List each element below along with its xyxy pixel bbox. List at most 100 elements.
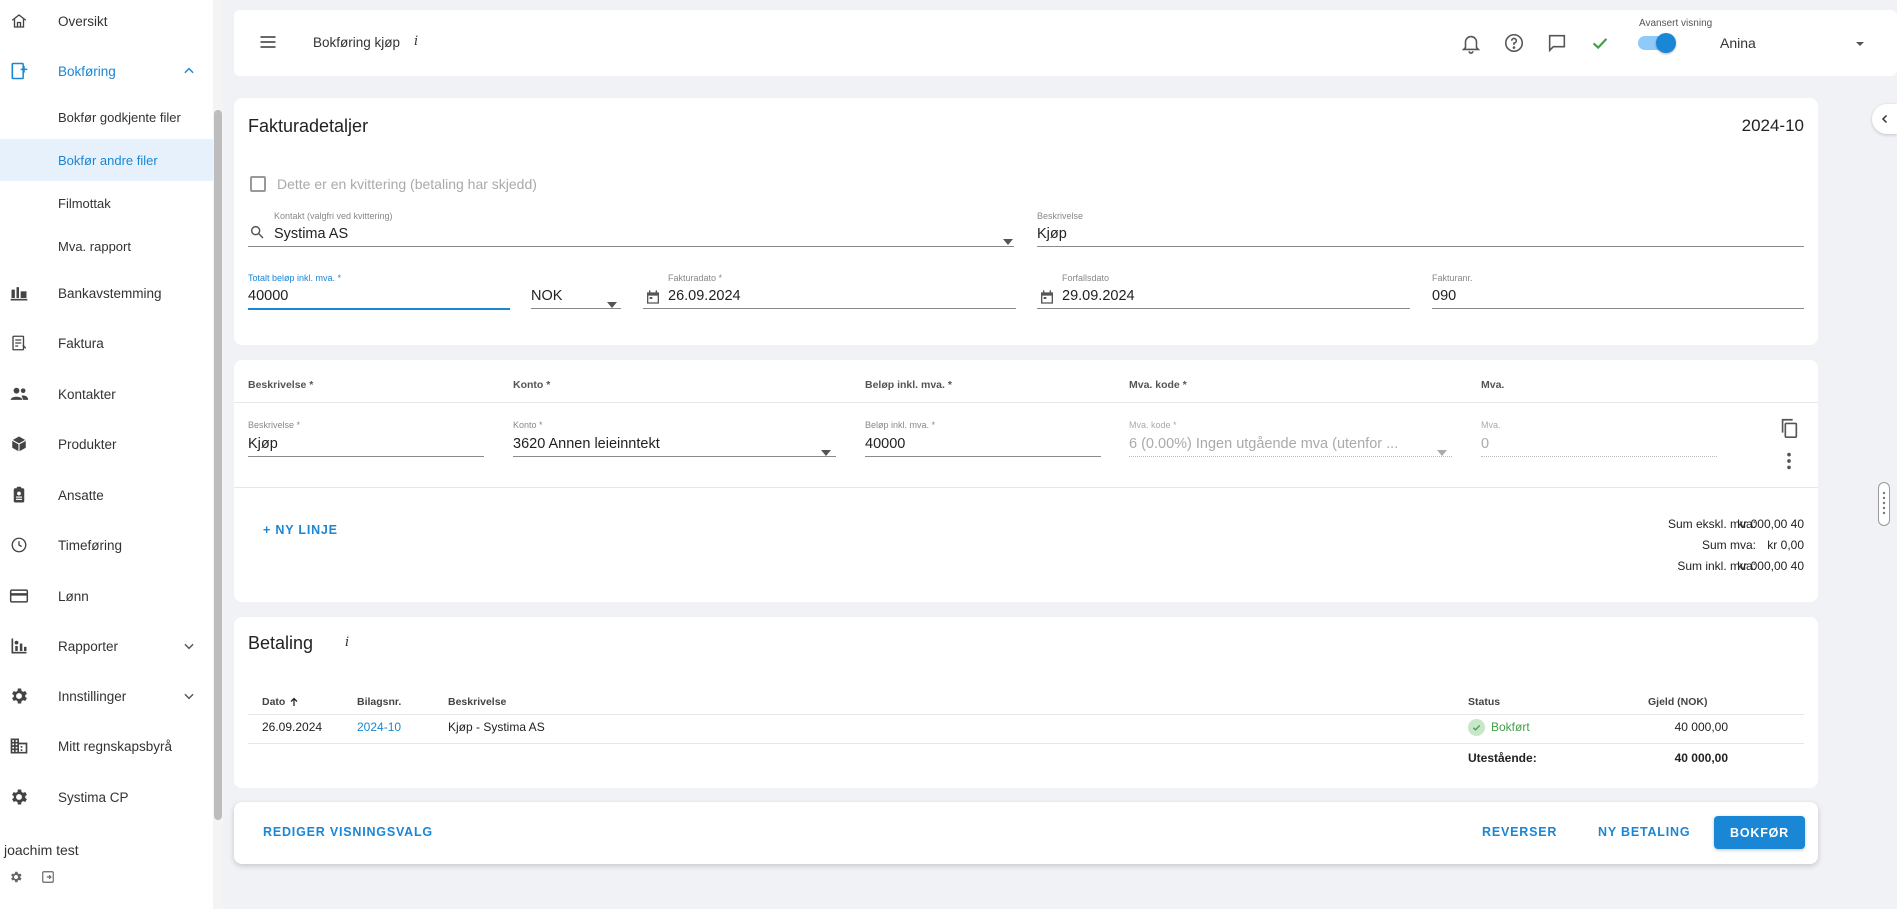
- new-payment-button[interactable]: NY BETALING: [1598, 825, 1690, 839]
- info-icon[interactable]: i: [414, 34, 418, 49]
- action-bar: REDIGER VISNINGSVALG REVERSER NY BETALIN…: [234, 802, 1818, 864]
- sidebar-item-rapporter[interactable]: Rapporter: [0, 625, 213, 667]
- currency-select[interactable]: NOK: [531, 273, 621, 309]
- sidebar-item-lonn[interactable]: Lønn: [0, 575, 213, 617]
- line-amount-field[interactable]: Beløp inkl. mva. * 40000: [865, 420, 1101, 457]
- sidebar-item-label: Produkter: [58, 436, 117, 452]
- calendar-icon[interactable]: [1039, 289, 1055, 305]
- caret-down-icon[interactable]: [821, 443, 831, 456]
- page-title: Bokføring kjøp: [313, 35, 401, 50]
- sidebar-subitem-bokfor-andre-filer[interactable]: Bokfør andre filer: [0, 139, 213, 181]
- receipt-checkbox[interactable]: [250, 176, 266, 192]
- book-add-icon: [9, 61, 29, 81]
- sidebar-item-label: Ansatte: [58, 487, 104, 503]
- line-description-field[interactable]: Beskrivelse * Kjøp: [248, 420, 484, 457]
- column-header-vat: Mva.: [1481, 379, 1505, 391]
- sum-vat-value: 0,00 kr: [1767, 538, 1804, 552]
- sidebar-item-bokforing[interactable]: Bokføring: [0, 50, 213, 92]
- chat-icon[interactable]: [1546, 32, 1568, 54]
- payment-title: Betaling: [248, 633, 314, 653]
- advanced-view-toggle[interactable]: [1638, 33, 1676, 53]
- due-date-field-value: 29.09.2024: [1062, 288, 1135, 304]
- table-header-divider: [248, 714, 1804, 715]
- sidebar-item-ansatte[interactable]: Ansatte: [0, 474, 213, 516]
- sidebar-item-kontakter[interactable]: Kontakter: [0, 373, 213, 415]
- currency-select-value: NOK: [531, 288, 563, 304]
- collapse-panel-button[interactable]: [1872, 104, 1897, 134]
- invoice-number-field[interactable]: Fakturanr. 090: [1432, 273, 1804, 309]
- sidebar-subitem-bokfor-godkjente-filer[interactable]: Bokfør godkjente filer: [0, 96, 213, 138]
- column-header-voucher[interactable]: Bilagsnr.: [357, 696, 401, 708]
- total-amount-field[interactable]: Totalt beløp inkl. mva. * 40000: [248, 273, 510, 310]
- sidebar-item-label: Kontakter: [58, 386, 116, 402]
- bell-icon[interactable]: [1460, 32, 1482, 54]
- sidebar-item-oversikt[interactable]: Oversikt: [0, 0, 213, 42]
- column-header-description[interactable]: Beskrivelse: [448, 696, 506, 708]
- sidebar-subitem-filmottak[interactable]: Filmottak: [0, 182, 213, 224]
- invoice-number-field-label: Fakturanr.: [1432, 273, 1473, 283]
- sidebar-scrollbar-thumb[interactable]: [214, 110, 222, 820]
- column-header-vat-code: Mva. kode *: [1129, 379, 1187, 391]
- column-header-debt[interactable]: Gjeld (NOK): [1648, 696, 1708, 708]
- line-amount-label: Beløp inkl. mva. *: [865, 420, 936, 430]
- help-icon[interactable]: [1503, 32, 1525, 54]
- sum-incl-vat-label: Sum inkl. mva:: [1677, 559, 1756, 573]
- invoice-icon: [9, 333, 29, 353]
- advanced-view-label: Avansert visning: [1639, 18, 1713, 29]
- building-icon: [9, 736, 29, 756]
- description-field-value: Kjøp: [1037, 226, 1067, 242]
- logout-icon[interactable]: [41, 870, 57, 886]
- calendar-icon[interactable]: [645, 289, 661, 305]
- copy-icon[interactable]: [1778, 417, 1800, 439]
- description-field[interactable]: Beskrivelse Kjøp: [1037, 211, 1804, 247]
- sidebar-item-produkter[interactable]: Produkter: [0, 423, 213, 465]
- home-icon: [9, 11, 29, 31]
- line-vat-code-select[interactable]: Mva. kode * 6 (0.00%) Ingen utgående mva…: [1129, 420, 1452, 457]
- sidebar-item-mitt-regnskapsbyra[interactable]: Mitt regnskapsbyrå: [0, 725, 213, 767]
- line-account-select[interactable]: Konto * 3620 Annen leieinntekt: [513, 420, 836, 457]
- payment-row-date: 26.09.2024: [262, 720, 323, 734]
- sidebar-item-faktura[interactable]: Faktura: [0, 322, 213, 364]
- caret-down-icon[interactable]: [1003, 232, 1013, 245]
- sum-excl-vat-label: Sum ekskl. mva:: [1667, 517, 1756, 531]
- sidebar-item-systima-cp[interactable]: Systima CP: [0, 776, 213, 818]
- badge-icon: [9, 485, 29, 505]
- sidebar-item-timeforing[interactable]: Timeføring: [0, 524, 213, 566]
- sidebar-item-innstillinger[interactable]: Innstillinger: [0, 675, 213, 717]
- add-line-button[interactable]: + NY LINJE: [263, 523, 338, 537]
- menu-icon[interactable]: [258, 32, 278, 52]
- invoice-date-field[interactable]: Fakturadato * 26.09.2024: [643, 273, 1016, 309]
- line-vat-field[interactable]: Mva. 0: [1481, 420, 1717, 457]
- bank-icon: [9, 283, 29, 303]
- reverse-button[interactable]: REVERSER: [1482, 825, 1557, 839]
- payment-row-voucher-link[interactable]: 2024-10: [357, 720, 401, 734]
- due-date-field[interactable]: Forfallsdato 29.09.2024: [1037, 273, 1410, 309]
- report-icon: [9, 636, 29, 656]
- info-icon[interactable]: i: [345, 635, 349, 650]
- sidebar-subitem-mva-rapport[interactable]: Mva. rapport: [0, 225, 213, 267]
- card-icon: [9, 586, 29, 606]
- status-badge: Bokført: [1468, 718, 1530, 736]
- sidebar-item-bankavstemming[interactable]: Bankavstemming: [0, 272, 213, 314]
- sum-excl-vat-value: 40 000,00 kr: [1737, 517, 1804, 531]
- caret-down-icon[interactable]: [1854, 37, 1866, 49]
- edit-view-options-button[interactable]: REDIGER VISNINGSVALG: [263, 825, 433, 839]
- contact-field[interactable]: Kontakt (valgfri ved kvittering) Systima…: [248, 211, 1014, 247]
- caret-down-icon[interactable]: [1437, 443, 1447, 456]
- resize-handle[interactable]: [1878, 482, 1890, 526]
- post-button[interactable]: BOKFØR: [1714, 816, 1805, 849]
- period-label: 2024-10: [1741, 116, 1804, 135]
- search-icon: [249, 224, 265, 240]
- chevron-left-icon: [1881, 114, 1888, 124]
- invoice-lines-card: Beskrivelse * Konto * Beløp inkl. mva. *…: [234, 360, 1818, 602]
- caret-down-icon[interactable]: [607, 295, 617, 308]
- user-settings-icon[interactable]: [9, 870, 25, 886]
- sidebar-scrollbar[interactable]: [213, 0, 223, 909]
- column-header-status[interactable]: Status: [1468, 696, 1500, 708]
- more-vertical-icon[interactable]: [1778, 450, 1800, 472]
- column-header-date[interactable]: Dato: [262, 696, 300, 708]
- user-menu-name[interactable]: Anina: [1720, 35, 1756, 51]
- line-amount-value: 40000: [865, 436, 906, 452]
- check-icon[interactable]: [1589, 32, 1611, 54]
- sidebar-item-label: Systima CP: [58, 789, 129, 805]
